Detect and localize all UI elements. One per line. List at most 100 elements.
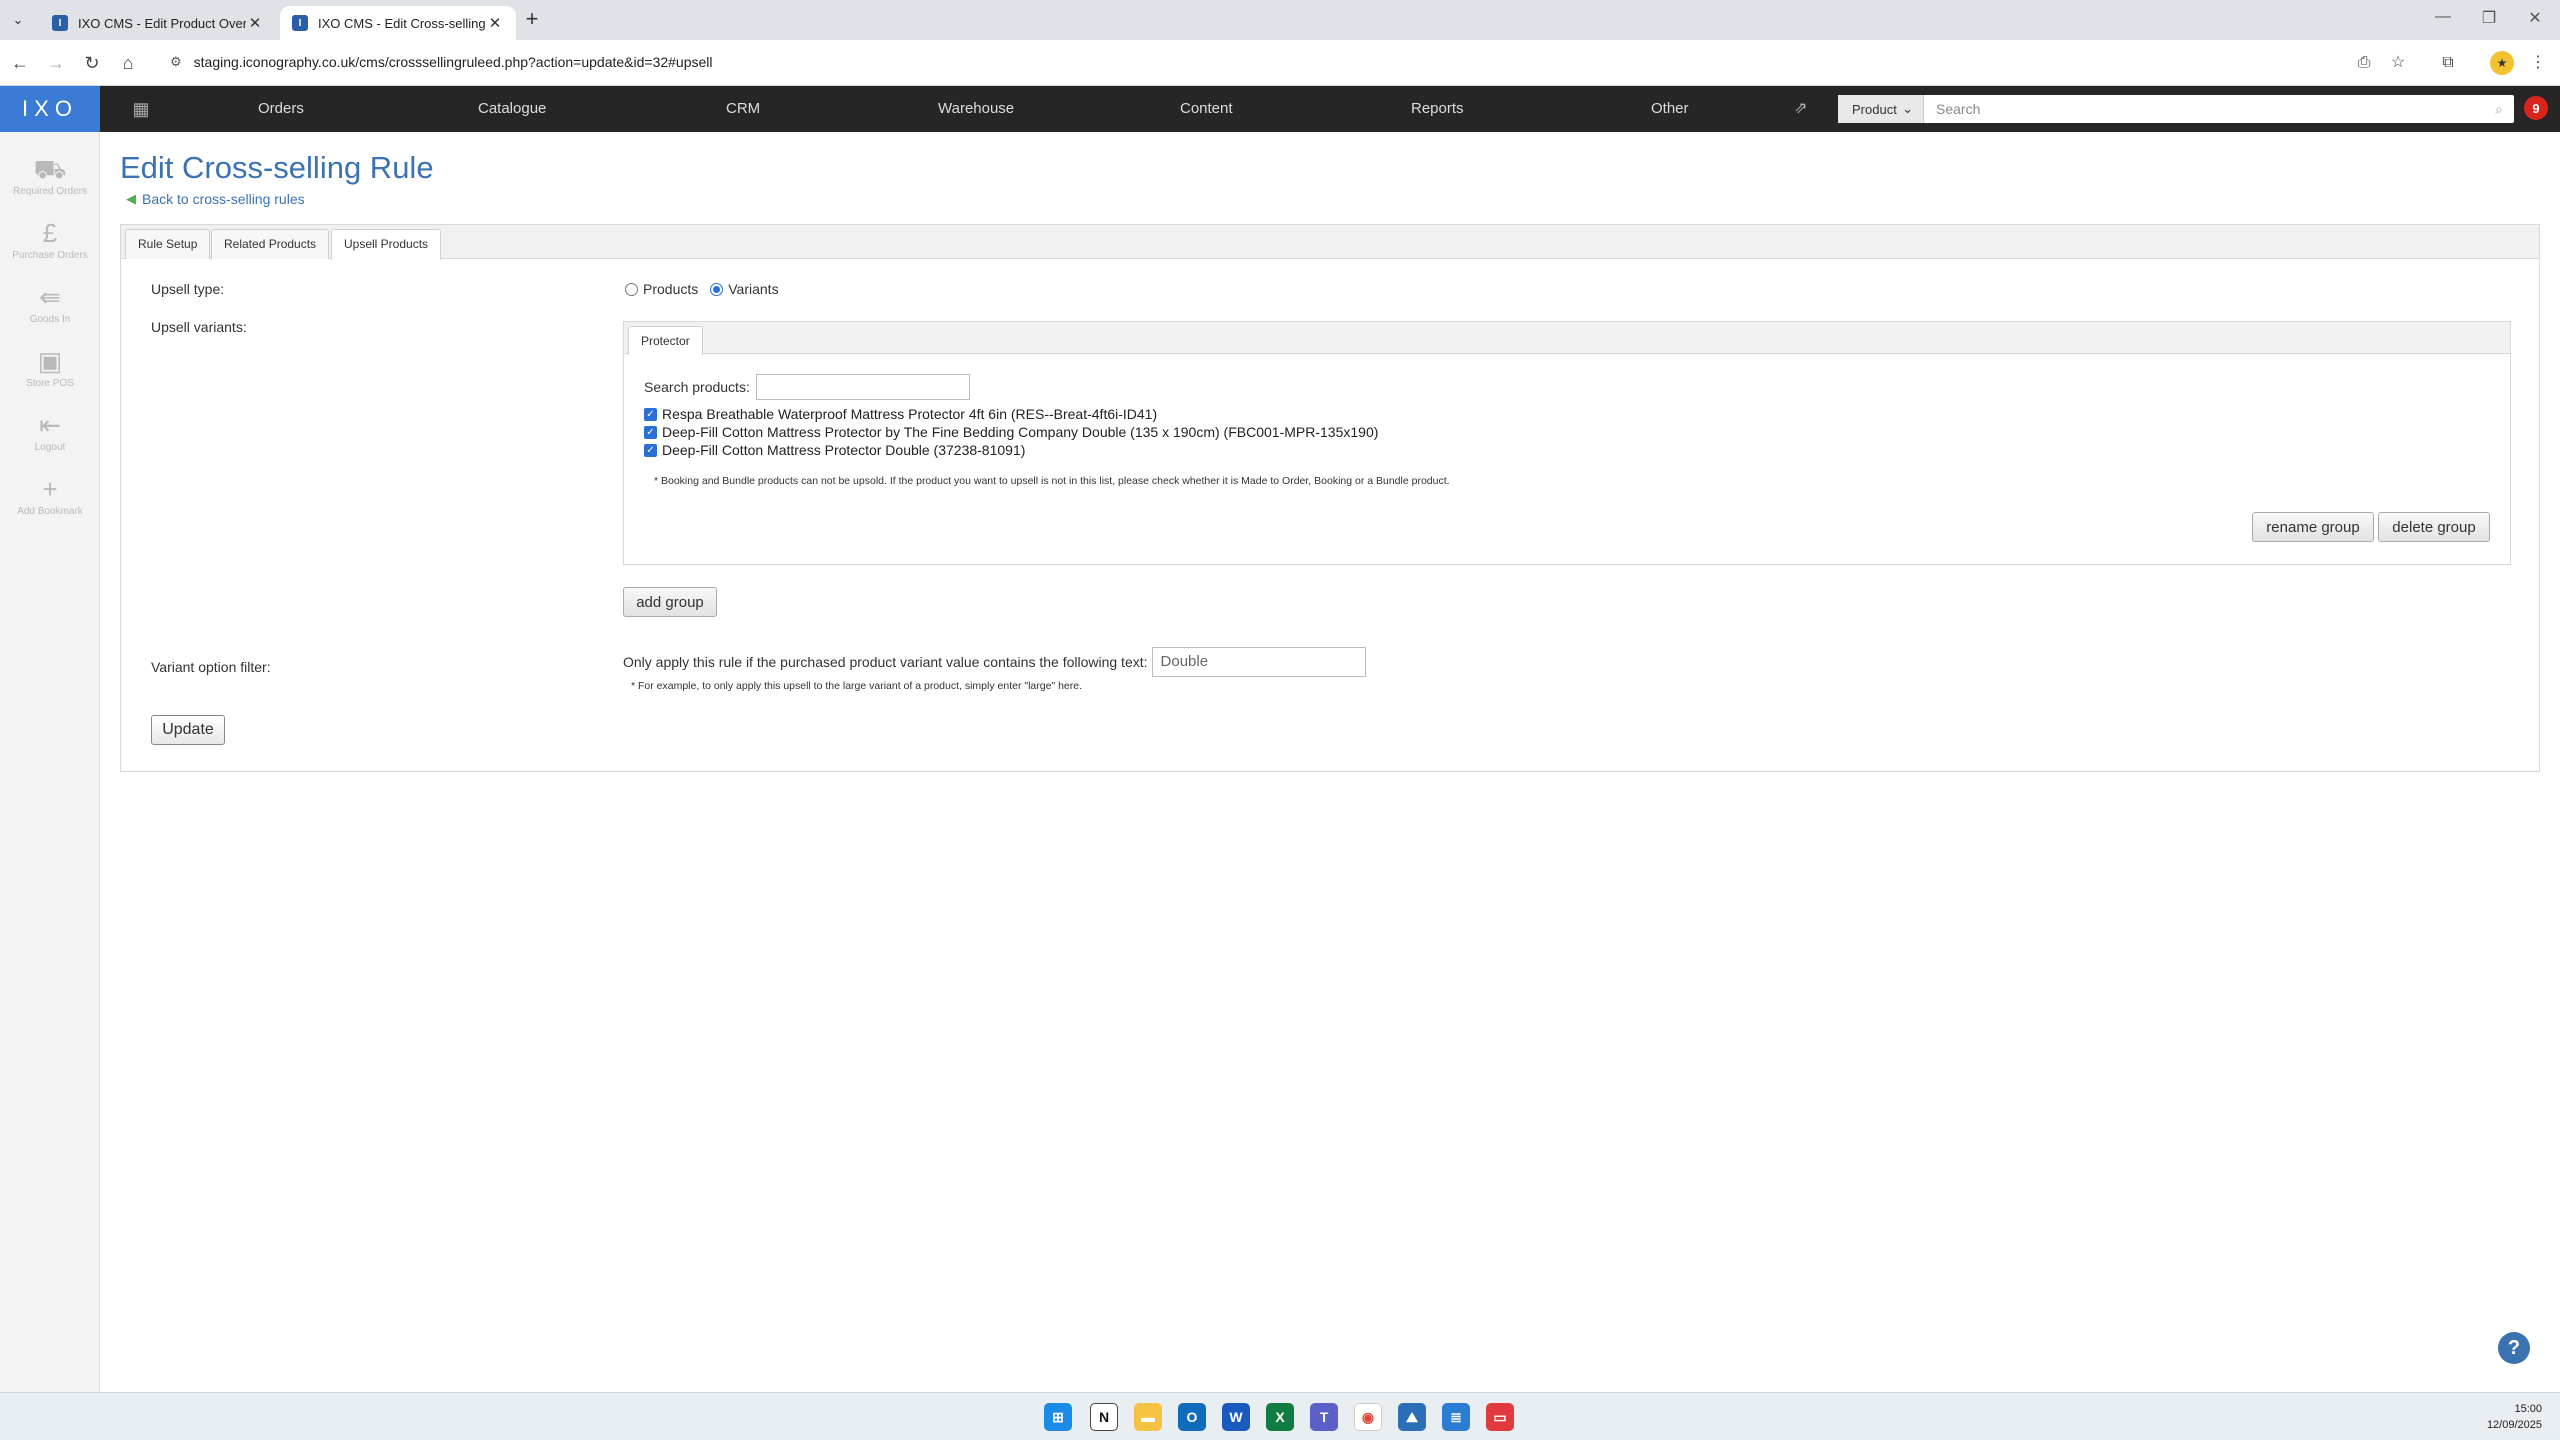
upsell-type-radios: Products Variants xyxy=(625,281,779,297)
browser-tab-edit-product-overlay[interactable]: I IXO CMS - Edit Product Overlay ✕ xyxy=(40,6,276,40)
profile-avatar[interactable]: ★ xyxy=(2490,51,2514,75)
red-app-icon[interactable]: ▭ xyxy=(1486,1403,1514,1431)
install-app-icon[interactable]: ⎙ xyxy=(2352,51,2376,75)
keyboard-icon[interactable]: ▦ xyxy=(126,98,156,120)
favicon-icon: I xyxy=(292,15,308,31)
nav-content[interactable]: Content xyxy=(1180,86,1233,132)
sidebar-item-label: Logout xyxy=(34,442,66,453)
rule-panel: Rule Setup Related Products Upsell Produ… xyxy=(120,224,2540,772)
tab-title: IXO CMS - Edit Product Overlay xyxy=(78,15,246,31)
file-explorer-icon[interactable]: ▬ xyxy=(1134,1403,1162,1431)
search-scope-value: Product xyxy=(1852,101,1897,117)
close-tab-icon[interactable]: ✕ xyxy=(486,14,504,32)
tab-rule-setup[interactable]: Rule Setup xyxy=(125,229,211,259)
tab-title: IXO CMS - Edit Cross-selling Ru xyxy=(318,15,486,31)
menu-kebab-icon[interactable]: ⋮ xyxy=(2526,51,2550,75)
delete-group-button[interactable]: delete group xyxy=(2378,512,2490,542)
sidebar-item-logout[interactable]: ⇤ Logout xyxy=(0,410,100,453)
clock-date: 12/09/2025 xyxy=(2486,1419,2542,1431)
variant-option-filter-label: Variant option filter: xyxy=(151,659,271,675)
checkbox-checked[interactable]: ✓ xyxy=(644,443,657,457)
tab-related-products[interactable]: Related Products xyxy=(211,229,330,259)
nav-warehouse[interactable]: Warehouse xyxy=(938,86,1014,132)
variant-filter-text: Only apply this rule if the purchased pr… xyxy=(623,654,1148,670)
chrome-icon[interactable]: ◉ xyxy=(1354,1403,1382,1431)
restore-icon[interactable]: ❐ xyxy=(2476,8,2502,28)
app-top-nav: IXO ▦ Orders Catalogue CRM Warehouse Con… xyxy=(0,86,2560,132)
tab-upsell-products[interactable]: Upsell Products xyxy=(331,229,442,260)
sidebar-item-label: Required Orders xyxy=(13,186,87,197)
sidebar-item-add-bookmark[interactable]: + Add Bookmark xyxy=(0,474,100,517)
list-item-label: Deep-Fill Cotton Mattress Protector by T… xyxy=(662,424,1379,440)
upsell-type-label: Upsell type: xyxy=(151,281,225,297)
browser-tab-edit-cross-selling-rule[interactable]: I IXO CMS - Edit Cross-selling Ru ✕ xyxy=(280,6,516,40)
back-arrow-icon[interactable]: ← xyxy=(8,51,32,75)
back-link-label: Back to cross-selling rules xyxy=(142,191,305,207)
sidebar-item-goods-in[interactable]: ⇚ Goods In xyxy=(0,282,100,325)
close-tab-icon[interactable]: ✕ xyxy=(246,14,264,32)
notification-badge[interactable]: 9 xyxy=(2524,96,2548,120)
page-title: Edit Cross-selling Rule xyxy=(120,150,434,185)
pound-doc-icon: £ xyxy=(42,218,58,248)
system-clock[interactable]: 15:00 12/09/2025 xyxy=(2487,1401,2542,1433)
upsell-group: Protector Search products: ✓ Respa Breat… xyxy=(623,321,2511,565)
checkbox-checked[interactable]: ✓ xyxy=(644,407,657,421)
outlook-icon[interactable]: O xyxy=(1178,1403,1206,1431)
forward-arrow-icon[interactable]: → xyxy=(44,51,68,75)
group-tabs: Protector xyxy=(624,322,2510,355)
teams-icon[interactable]: T xyxy=(1310,1403,1338,1431)
tab-search-chevron-icon[interactable]: ⌄ xyxy=(6,8,30,32)
external-link-icon[interactable]: ⇗ xyxy=(1794,98,1807,118)
home-icon[interactable]: ⌂ xyxy=(116,51,140,75)
variant-filter-input[interactable]: Double xyxy=(1151,647,1366,677)
update-button[interactable]: Update xyxy=(151,715,225,745)
ixo-logo[interactable]: IXO xyxy=(0,86,100,132)
help-icon[interactable]: ? xyxy=(2498,1332,2530,1364)
nav-reports[interactable]: Reports xyxy=(1411,86,1464,132)
sidebar-item-store-pos[interactable]: ▣ Store POS xyxy=(0,346,100,389)
nav-catalogue[interactable]: Catalogue xyxy=(478,86,546,132)
search-input[interactable]: Search xyxy=(1924,101,2484,117)
search-scope-select[interactable]: Product ⌄ xyxy=(1838,95,1924,123)
goods-in-icon: ⇚ xyxy=(39,282,61,312)
new-tab-plus-icon[interactable]: + xyxy=(520,8,544,32)
rename-group-button[interactable]: rename group xyxy=(2252,512,2374,542)
word-icon[interactable]: W xyxy=(1222,1403,1250,1431)
checkbox-checked[interactable]: ✓ xyxy=(644,425,657,439)
back-link[interactable]: ◀ Back to cross-selling rules xyxy=(126,191,305,207)
app-icon[interactable]: ⛰ xyxy=(1398,1403,1426,1431)
radio-variants[interactable] xyxy=(710,282,724,296)
plus-icon: + xyxy=(42,474,58,504)
sidebar-item-purchase-orders[interactable]: £ Purchase Orders xyxy=(0,218,100,261)
search-icon[interactable]: ⌕ xyxy=(2484,101,2514,118)
bookmark-star-icon[interactable]: ☆ xyxy=(2386,51,2410,75)
notion-icon[interactable]: N xyxy=(1090,1403,1118,1431)
extensions-icon[interactable]: ⧉ xyxy=(2436,51,2460,75)
add-group-button[interactable]: add group xyxy=(623,587,717,617)
list-item-label: Respa Breathable Waterproof Mattress Pro… xyxy=(662,406,1158,422)
radio-variants-label: Variants xyxy=(728,281,779,297)
upsell-variants-label: Upsell variants: xyxy=(151,319,247,335)
logout-icon: ⇤ xyxy=(39,410,61,440)
site-info-icon[interactable]: ⚙ xyxy=(170,54,182,70)
radio-products[interactable] xyxy=(625,282,638,296)
sidebar-item-required-orders[interactable]: ⛟ Required Orders xyxy=(0,154,100,197)
windows-start-icon[interactable]: ⊞ xyxy=(1044,1403,1072,1431)
tab-group-protector[interactable]: Protector xyxy=(628,326,703,355)
nav-crm[interactable]: CRM xyxy=(726,86,760,132)
search-products-row: Search products: xyxy=(644,374,970,400)
excel-icon[interactable]: X xyxy=(1266,1403,1294,1431)
close-window-icon[interactable]: ✕ xyxy=(2522,8,2548,28)
sidebar-item-label: Goods In xyxy=(29,314,71,325)
browser-tab-bar: ⌄ I IXO CMS - Edit Product Overlay ✕ I I… xyxy=(0,0,2560,40)
chevron-down-icon: ⌄ xyxy=(1902,101,1913,116)
url-text: staging.iconography.co.uk/cms/crossselli… xyxy=(193,54,713,70)
search-products-input[interactable] xyxy=(755,374,970,400)
notepad-icon[interactable]: ≣ xyxy=(1442,1403,1470,1431)
list-item: ✓ Deep-Fill Cotton Mattress Protector Do… xyxy=(644,442,1025,458)
minimize-icon[interactable]: — xyxy=(2430,8,2456,26)
nav-orders[interactable]: Orders xyxy=(258,86,304,132)
address-bar[interactable]: ⚙ staging.iconography.co.uk/cms/crosssel… xyxy=(160,46,2410,78)
reload-icon[interactable]: ↻ xyxy=(80,51,104,75)
nav-other[interactable]: Other xyxy=(1651,86,1689,132)
